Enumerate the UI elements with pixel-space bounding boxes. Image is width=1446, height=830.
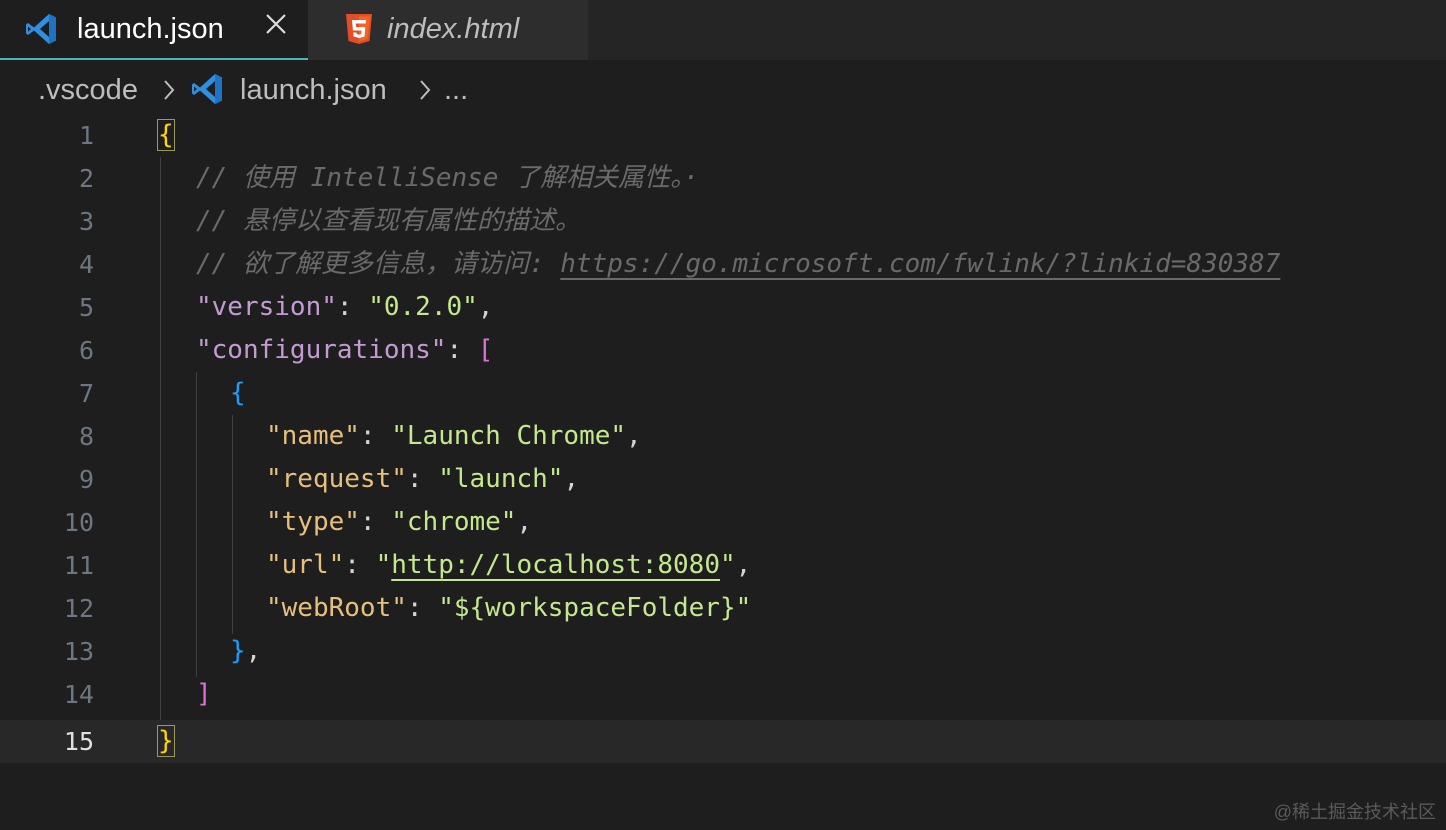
vscode-icon [26,14,56,44]
code-line-3[interactable]: // 悬停以查看现有属性的描述。 [196,200,581,243]
json-key: "request" [266,464,407,494]
chevron-right-icon [164,80,175,100]
line-number: 14 [63,680,94,709]
code-line-1[interactable]: { [157,114,175,157]
json-string: "launch" [438,464,564,494]
comment: // 使用 IntelliSense 了解相关属性。· [196,163,699,193]
json-key: "url" [266,550,345,580]
code-editor[interactable]: 1 2 3 4 5 6 7 8 9 10 11 12 13 14 15 { //… [0,114,1446,830]
close-icon[interactable] [262,10,290,38]
json-key: "configurations" [196,335,447,365]
indent-guide [232,415,233,634]
watermark: @稀土掘金技术社区 [1273,802,1436,822]
tab-index-html[interactable]: index.html [308,0,588,60]
code-line-5[interactable]: "version": "0.2.0", [196,286,493,329]
line-number: 9 [78,465,94,494]
vscode-icon [192,74,222,104]
current-line-highlight [0,720,1446,763]
json-string: "0.2.0" [368,292,478,322]
comment: // 悬停以查看现有属性的描述。 [196,206,581,236]
code-line-10[interactable]: "type": "chrome", [266,501,532,544]
line-number: 13 [63,637,94,666]
json-string: "${workspaceFolder}" [438,593,752,623]
chevron-right-icon [420,80,431,100]
open-brace: { [230,378,246,408]
json-key: "version" [196,292,337,322]
line-number: 8 [78,422,94,451]
json-key: "name" [266,421,360,451]
code-line-14[interactable]: ] [196,673,212,716]
code-line-15[interactable]: } [157,720,175,763]
line-number: 3 [78,207,94,236]
line-number: 12 [63,594,94,623]
breadcrumb-more[interactable]: ... [444,70,468,110]
json-string: "Launch Chrome" [391,421,627,451]
code-line-4[interactable]: // 欲了解更多信息，请访问: https://go.microsoft.com… [196,243,1280,286]
comment: // 欲了解更多信息，请访问: [196,249,561,279]
line-number: 10 [63,508,94,537]
line-number: 2 [78,164,94,193]
code-line-13[interactable]: }, [230,630,261,673]
code-line-2[interactable]: // 使用 IntelliSense 了解相关属性。· [196,157,699,200]
tab-launch-json[interactable]: launch.json [0,0,308,60]
code-line-9[interactable]: "request": "launch", [266,458,579,501]
indent-guide [196,372,197,677]
vscode-window: launch.json index.html .vscode launch.js… [0,0,1446,830]
code-line-8[interactable]: "name": "Launch Chrome", [266,415,642,458]
close-brace: } [230,636,246,666]
html5-icon [346,14,372,44]
json-string: "chrome" [391,507,517,537]
tab-label: launch.json [77,13,224,45]
code-line-7[interactable]: { [230,372,246,415]
indent-guide [160,157,161,720]
comment-link[interactable]: https://go.microsoft.com/fwlink/?linkid=… [560,249,1280,279]
json-key: "type" [266,507,360,537]
line-number: 7 [78,379,94,408]
line-number: 11 [63,551,94,580]
line-number: 1 [78,121,94,150]
close-brace: } [157,725,175,757]
line-number: 4 [78,250,94,279]
code-line-6[interactable]: "configurations": [ [196,329,493,372]
open-brace: { [157,119,175,151]
json-key: "webRoot" [266,593,407,623]
line-number: 5 [78,293,94,322]
url-link[interactable]: http://localhost:8080 [391,550,720,580]
open-bracket: [ [477,335,494,365]
line-number: 6 [78,336,94,365]
close-bracket: ] [196,679,212,709]
breadcrumb-folder[interactable]: .vscode [38,70,138,110]
line-number-current: 15 [63,727,94,756]
code-line-11[interactable]: "url": "http://localhost:8080", [266,544,751,587]
tab-label: index.html [387,13,520,45]
quote: " [375,550,392,580]
breadcrumb: .vscode launch.json ... [0,64,1446,116]
code-line-12[interactable]: "webRoot": "${workspaceFolder}" [266,587,751,630]
tab-bar: launch.json index.html [0,0,1446,60]
breadcrumb-file[interactable]: launch.json [240,70,387,110]
quote: " [719,550,736,580]
